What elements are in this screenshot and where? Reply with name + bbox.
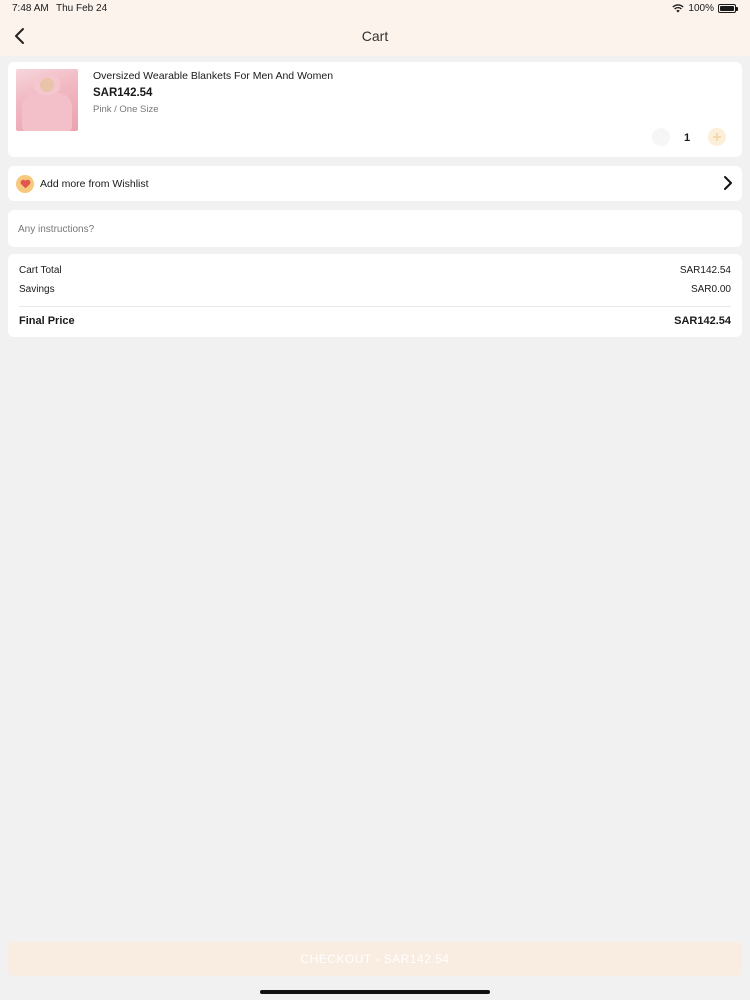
status-indicators: 100%	[672, 3, 738, 14]
quantity-decrease-button[interactable]	[652, 128, 670, 146]
product-image[interactable]	[16, 69, 78, 131]
cart-total-row: Cart Total SAR142.54	[19, 265, 731, 276]
savings-row: Savings SAR0.00	[19, 284, 731, 295]
final-price-value: SAR142.54	[674, 315, 731, 327]
battery-percent: 100%	[688, 3, 714, 14]
quantity-value: 1	[683, 132, 691, 144]
checkout-label: CHECKOUT - SAR142.54	[300, 952, 450, 966]
home-indicator	[260, 990, 490, 994]
status-time: 7:48 AM	[12, 3, 49, 14]
top-bar: 7:48 AM Thu Feb 24 100% Cart	[0, 0, 750, 56]
summary-divider	[19, 306, 731, 307]
status-date: Thu Feb 24	[56, 3, 108, 14]
product-price: SAR142.54	[93, 87, 153, 99]
final-price-label: Final Price	[19, 315, 75, 327]
wishlist-row[interactable]: Add more from Wishlist	[8, 166, 742, 201]
product-name[interactable]: Oversized Wearable Blankets For Men And …	[93, 70, 333, 82]
product-image-body	[22, 93, 72, 131]
wishlist-label: Add more from Wishlist	[40, 178, 149, 190]
checkout-button[interactable]: CHECKOUT - SAR142.54	[8, 942, 742, 976]
cart-item-card: Oversized Wearable Blankets For Men And …	[8, 62, 742, 157]
cart-screen: 7:48 AM Thu Feb 24 100% Cart Oversized W…	[0, 0, 750, 1000]
savings-label: Savings	[19, 284, 55, 295]
page-title: Cart	[361, 28, 389, 44]
product-variant: Pink / One Size	[93, 104, 159, 115]
instructions-input[interactable]	[18, 220, 718, 238]
product-image-face	[40, 78, 54, 92]
cart-total-label: Cart Total	[19, 265, 62, 276]
wishlist-badge	[16, 175, 34, 193]
instructions-card	[8, 210, 742, 247]
battery-icon	[718, 4, 738, 13]
final-price-row: Final Price SAR142.54	[19, 315, 731, 327]
price-summary: Cart Total SAR142.54 Savings SAR0.00 Fin…	[8, 254, 742, 337]
cart-total-value: SAR142.54	[679, 265, 731, 276]
quantity-increase-button[interactable]	[708, 128, 726, 146]
wifi-icon	[672, 4, 685, 13]
battery-level	[720, 6, 734, 11]
savings-value: SAR0.00	[690, 284, 731, 295]
heart-icon	[20, 179, 30, 189]
chevron-right-icon	[724, 176, 732, 190]
